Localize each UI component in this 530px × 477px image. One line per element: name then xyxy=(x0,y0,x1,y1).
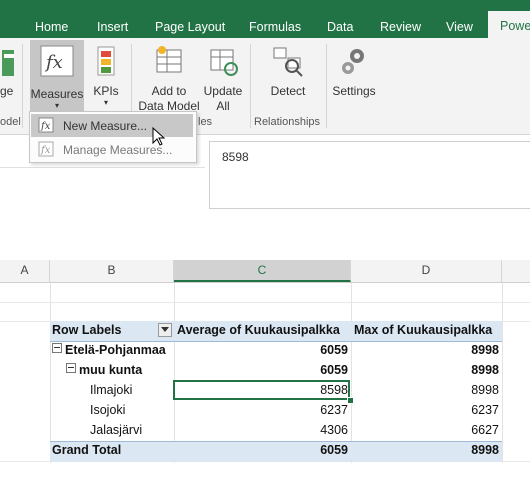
menu-item-new-measure[interactable]: fx New Measure... xyxy=(31,114,193,137)
pivot-cell-max[interactable]: 8998 xyxy=(353,361,499,380)
refresh-table-icon xyxy=(210,49,238,76)
column-header-a[interactable]: A xyxy=(0,260,50,282)
tab-data[interactable]: Data xyxy=(327,20,353,34)
pivot-row-label[interactable]: Isojoki xyxy=(90,401,125,420)
kpi-icon xyxy=(97,46,115,76)
new-measure-icon: fx xyxy=(38,117,54,133)
pivot-row-label[interactable]: Ilmajoki xyxy=(90,381,132,400)
formula-bar-value: 8598 xyxy=(222,150,249,164)
svg-text:fx: fx xyxy=(40,121,51,132)
tab-page-layout[interactable]: Page Layout xyxy=(155,20,225,34)
gridline xyxy=(0,302,530,303)
pivot-cell-avg[interactable]: 6059 xyxy=(176,361,348,380)
tab-review[interactable]: Review xyxy=(380,20,421,34)
pivot-row-labels-header: Row Labels xyxy=(52,323,122,337)
group-label-relationships: Relationships xyxy=(254,116,321,128)
active-cell-border xyxy=(173,380,350,400)
pivot-cell-avg[interactable]: 6237 xyxy=(176,401,348,420)
pivot-cell-max[interactable]: 8998 xyxy=(353,341,499,360)
column-header-row: A B C D xyxy=(0,260,530,283)
collapse-icon[interactable] xyxy=(66,363,76,373)
add-table-icon xyxy=(156,46,182,73)
pivot-row-label[interactable]: Etelä-Pohjanmaa xyxy=(52,341,166,360)
tab-insert[interactable]: Insert xyxy=(97,20,128,34)
group-label-data-model: odel xyxy=(0,116,21,128)
group-separator xyxy=(22,44,23,128)
fx-function-icon: fx xyxy=(40,45,74,77)
tab-formulas[interactable]: Formulas xyxy=(249,20,301,34)
tab-home[interactable]: Home xyxy=(35,20,68,34)
collapse-icon[interactable] xyxy=(52,343,62,353)
detect-relationships-icon xyxy=(273,47,303,77)
chevron-down-icon: ▾ xyxy=(54,101,59,110)
column-header-c[interactable]: C xyxy=(174,260,351,282)
pivot-cell-max[interactable]: 6237 xyxy=(353,401,499,420)
pivot-cell-max[interactable]: 8998 xyxy=(353,381,499,400)
tab-power-pivot[interactable]: Powe xyxy=(488,11,530,38)
detect-button[interactable]: Detect xyxy=(262,44,314,99)
gridline xyxy=(502,283,503,463)
gear-icon xyxy=(342,49,364,74)
measures-dropdown: fx New Measure... fx Manage Measures... xyxy=(29,111,197,163)
column-header-e[interactable] xyxy=(502,260,530,282)
pivot-cell-max[interactable]: 6627 xyxy=(353,421,499,440)
pivot-max-header: Max of Kuukausipalkka xyxy=(354,323,493,337)
formula-bar[interactable]: 8598 xyxy=(209,141,530,209)
partial-manage-button[interactable]: ge xyxy=(0,44,14,99)
svg-text:fx: fx xyxy=(44,52,63,73)
pivot-row-label[interactable]: muu kunta xyxy=(66,361,142,380)
measures-button[interactable]: fx Measures ▾ xyxy=(30,40,84,112)
row-labels-filter-button[interactable] xyxy=(158,323,172,337)
pivot-grand-total-max[interactable]: 8998 xyxy=(353,441,499,460)
column-header-b[interactable]: B xyxy=(50,260,174,282)
group-label-tables: les xyxy=(198,116,213,128)
fill-handle[interactable] xyxy=(347,397,354,404)
group-separator xyxy=(326,44,327,128)
pivot-grand-total-label[interactable]: Grand Total xyxy=(52,441,121,460)
update-all-button[interactable]: Update All xyxy=(201,44,245,114)
pivot-row-label[interactable]: Jalasjärvi xyxy=(90,421,142,440)
manage-measures-icon: fx xyxy=(38,141,54,157)
gridline xyxy=(351,283,352,463)
group-separator xyxy=(250,44,251,128)
mouse-pointer-icon xyxy=(152,127,166,146)
tab-view[interactable]: View xyxy=(446,20,473,34)
gridline xyxy=(174,283,175,463)
chevron-down-icon: ▾ xyxy=(103,98,108,107)
pivot-avg-header: Average of Kuukausipalkka xyxy=(177,323,340,337)
menu-item-manage-measures[interactable]: fx Manage Measures... xyxy=(31,138,193,161)
table-icon xyxy=(2,50,14,76)
gridline xyxy=(50,283,51,463)
settings-button[interactable]: Settings xyxy=(330,44,378,99)
svg-text:fx: fx xyxy=(40,145,51,156)
kpis-button[interactable]: KPIs ▾ xyxy=(88,44,124,107)
column-header-d[interactable]: D xyxy=(351,260,502,282)
pivot-cell-avg[interactable]: 4306 xyxy=(176,421,348,440)
ribbon-tab-bar: Home Insert Page Layout Formulas Data Re… xyxy=(0,0,530,38)
pivot-grand-total-avg[interactable]: 6059 xyxy=(176,441,348,460)
add-to-data-model-button[interactable]: Add to Data Model xyxy=(136,44,202,114)
pivot-cell-avg[interactable]: 6059 xyxy=(176,341,348,360)
